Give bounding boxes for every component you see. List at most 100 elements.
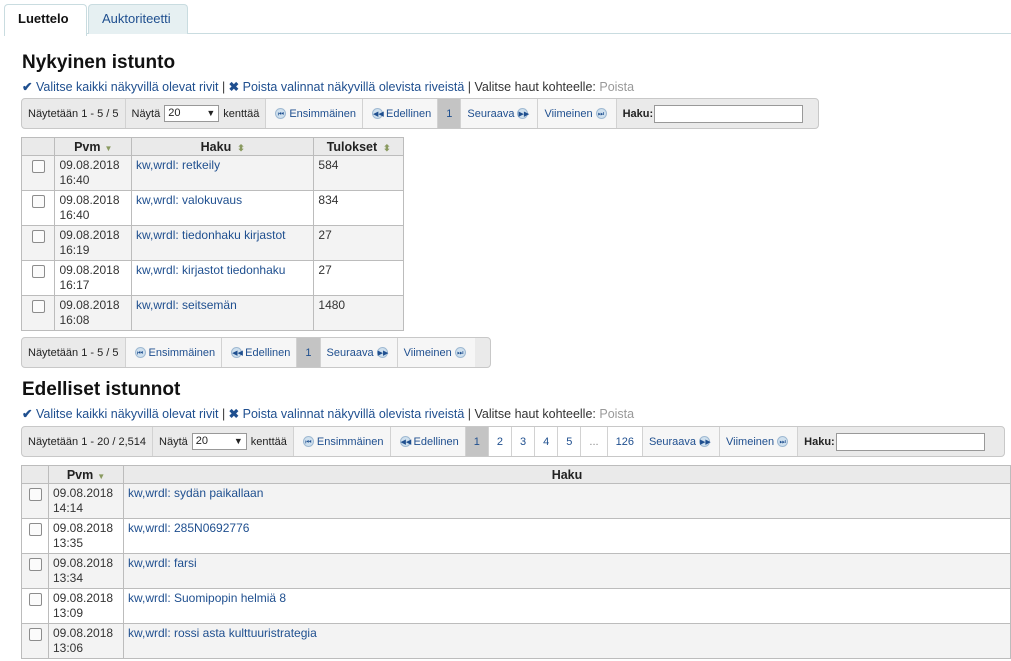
results-cell: 834 [313,190,404,226]
date-text: 09.08.2018 [59,263,120,277]
next-page-button[interactable]: Seuraava ▶▶ [642,427,721,456]
previous-label: Edellinen [245,346,291,359]
query-column-header[interactable]: Haku [123,465,1011,484]
tab-auktoriteetti[interactable]: Auktoriteetti [88,4,188,34]
last-page-icon: ⏭ [777,436,789,447]
table-row: 09.08.2018 16:08 kw,wrdl: seitsemän 1480 [20,295,404,331]
row-checkbox[interactable] [28,628,42,641]
page-number-2[interactable]: 2 [488,427,513,456]
page-size-select[interactable]: 20 ▼ [191,433,247,450]
current-bottom-pager: Näytetään 1 - 5 / 5 ⏮ Ensimmäinen ◀◀ Edell… [21,337,491,368]
delete-selected-link[interactable]: Poista [599,80,634,94]
select-all-link[interactable]: Valitse kaikki näkyvillä olevat rivit [36,407,218,421]
sort-icon: ⬍ [237,142,245,153]
deselect-link[interactable]: Poista valinnat näkyvillä olevista rivei… [243,407,465,421]
query-column-header[interactable]: Haku ⬍ [131,137,315,156]
query-link[interactable]: kw,wrdl: valokuvaus [136,193,242,207]
page-number-current[interactable]: 1 [438,99,462,128]
last-page-icon: ⏭ [454,347,466,358]
previous-sessions-heading: Edelliset istunnot [22,379,181,400]
current-session-heading: Nykyinen istunto [22,52,176,73]
table-header-row: Pvm ▼ Haku [21,465,1011,484]
row-checkbox[interactable] [31,160,45,173]
table-row: 09.08.2018 13:34 kw,wrdl: farsi [21,553,1011,589]
tab-luettelo[interactable]: Luettelo [4,4,87,36]
select-all-link[interactable]: Valitse kaikki näkyvillä olevat rivit [36,80,218,94]
row-checkbox[interactable] [31,265,45,278]
search-input[interactable] [654,104,804,123]
row-checkbox[interactable] [28,558,42,571]
row-checkbox[interactable] [31,195,45,208]
last-page-icon: ⏭ [595,108,607,119]
show-label: Näytä [159,435,188,448]
time-text: 13:34 [53,571,84,585]
last-page-button[interactable]: Viimeinen ⏭ [720,427,799,456]
row-checkbox[interactable] [31,230,45,243]
query-link[interactable]: kw,wrdl: seitsemän [136,298,237,312]
date-text: 09.08.2018 [59,298,120,312]
page-number-1[interactable]: 1 [465,427,489,456]
query-link[interactable]: kw,wrdl: kirjastot tiedonhaku [136,263,285,277]
row-checkbox[interactable] [28,593,42,606]
first-page-button[interactable]: ⏮ Ensimmäinen [266,99,363,128]
query-cell: kw,wrdl: retkeily [131,155,315,191]
first-page-button[interactable]: ⏮ Ensimmäinen [125,338,223,367]
current-selection-links: ✔ Valitse kaikki näkyvillä olevat rivit … [22,79,634,94]
page-number-last[interactable]: 126 [607,427,643,456]
query-link[interactable]: kw,wrdl: Suomipopin helmiä 8 [128,591,286,605]
results-header-label: Tulokset [326,139,378,154]
row-checkbox[interactable] [28,523,42,536]
date-column-header[interactable]: Pvm ▼ [48,465,124,484]
previous-page-button[interactable]: ◀◀ Edellinen [222,338,298,367]
results-column-header[interactable]: Tulokset ⬍ [313,137,404,156]
previous-page-button[interactable]: ◀◀ Edellinen [362,99,439,128]
table-row: 09.08.2018 13:09 kw,wrdl: Suomipopin helm… [21,588,1011,624]
fields-label: kenttää [223,107,260,120]
date-column-header[interactable]: Pvm ▼ [54,137,133,156]
date-header-label: Pvm [66,467,94,482]
delete-selected-link[interactable]: Poista [599,407,634,421]
page-size-select[interactable]: 20 ▼ [164,105,220,122]
last-label: Viimeinen [726,435,775,448]
previous-page-button[interactable]: ◀◀ Edellinen [390,427,466,456]
search-input[interactable] [835,432,985,451]
query-link[interactable]: kw,wrdl: tiedonhaku kirjastot [136,228,285,242]
search-label: Haku: [622,107,654,120]
query-link[interactable]: kw,wrdl: retkeily [136,158,220,172]
select-column-header [20,137,56,156]
first-page-button[interactable]: ⏮ Ensimmäinen [293,427,391,456]
page-number-5[interactable]: 5 [558,427,582,456]
page-number-3[interactable]: 3 [512,427,536,456]
search-label: Haku: [804,435,835,448]
time-text: 16:40 [59,208,90,222]
page-ellipsis: ... [581,427,608,456]
date-cell: 09.08.2018 13:34 [48,553,124,589]
close-icon: ✖ [228,80,240,94]
query-link[interactable]: kw,wrdl: rossi asta kulttuuristrategia [128,626,317,640]
first-page-icon: ⏮ [275,108,287,119]
deselect-link[interactable]: Poista valinnat näkyvillä olevista rivei… [243,80,465,94]
first-label: Ensimmäinen [316,435,384,448]
next-page-button[interactable]: Seuraava ▶▶ [461,99,539,128]
query-cell: kw,wrdl: tiedonhaku kirjastot [131,225,315,261]
row-checkbox[interactable] [28,488,42,501]
last-page-button[interactable]: Viimeinen ⏭ [538,99,617,128]
date-cell: 09.08.2018 16:40 [54,155,133,191]
previous-page-icon: ◀◀ [371,108,384,119]
query-link[interactable]: kw,wrdl: sydän paikallaan [128,486,263,500]
page-size-control: Näytä 20 ▼ kenttää [126,99,267,128]
row-checkbox[interactable] [31,300,45,313]
next-page-button[interactable]: Seuraava ▶▶ [320,338,398,367]
date-cell: 09.08.2018 16:17 [54,260,133,296]
page-number-4[interactable]: 4 [535,427,559,456]
query-link[interactable]: kw,wrdl: farsi [128,556,197,570]
fields-label: kenttää [250,435,287,448]
page-number-current[interactable]: 1 [297,338,321,367]
date-text: 09.08.2018 [59,193,120,207]
last-page-button[interactable]: Viimeinen ⏭ [397,338,475,367]
row-select-cell [21,518,49,554]
next-label: Seuraava [467,107,515,120]
time-text: 13:09 [53,606,84,620]
previous-label: Edellinen [413,435,459,448]
query-link[interactable]: kw,wrdl: 285N0692776 [128,521,249,535]
